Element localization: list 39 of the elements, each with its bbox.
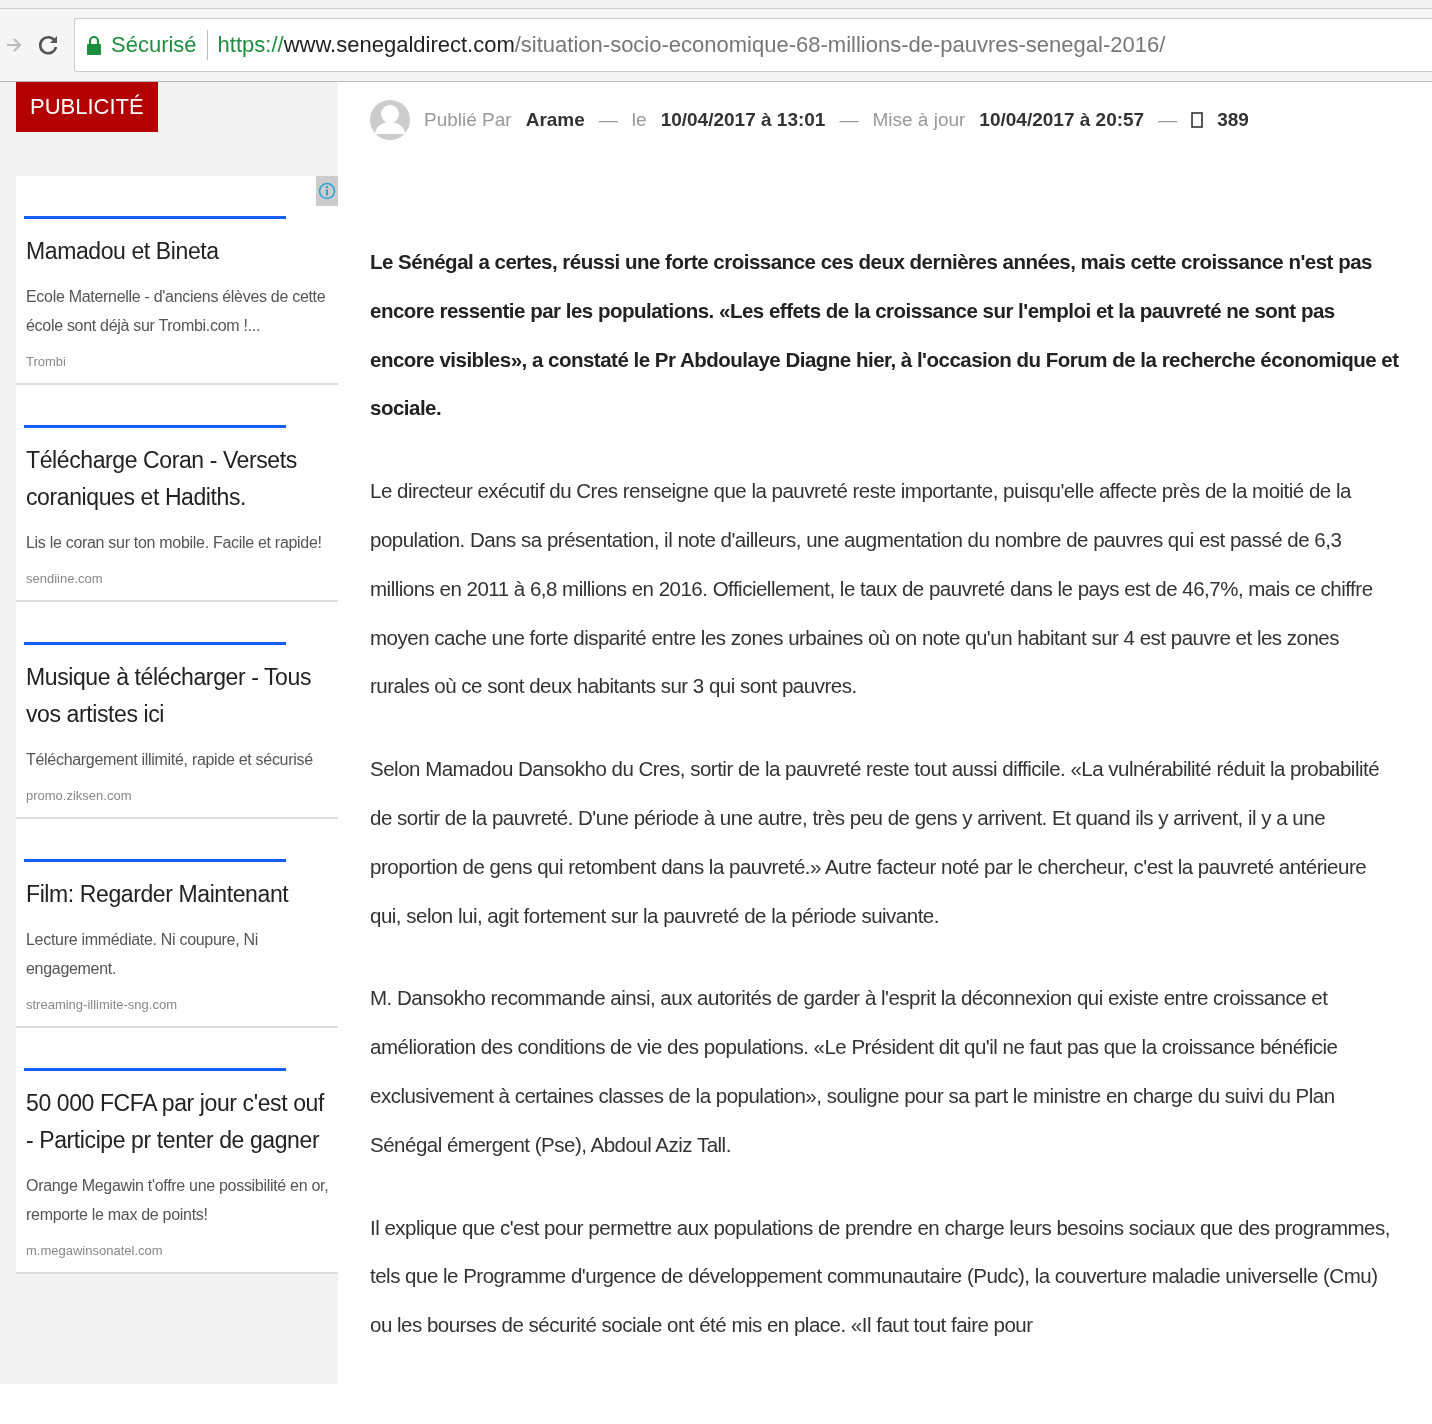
forward-arrow-icon[interactable] [6,36,22,54]
ad-title[interactable]: Télécharge Coran - Versets coraniques et Hadiths. [26,442,332,516]
lead-paragraph: Le Sénégal a certes, réussi une forte croissance ces deux dernières années, mais cette croissance n'est pas encore ressentie par les populations. «Les effets de la croissance sur l'emploi et la pauvreté ne sont pas encore visibles», a constaté le Pr Abdoulaye Diagne hier, à l'occasion du Forum de la recherche économique et sociale. [370,249,1400,422]
date-label: le [631,109,647,131]
comment-count: 389 [1217,109,1249,131]
body-paragraph: Le directeur exécutif du Cres renseigne que la pauvreté reste importante, puisqu'elle affecte près de la moitié de la population. Dans sa présentation, il note d'ailleurs, une augmentation du nombre de pauvres qui est passé de 6,3 millions en 2011 à 6,8 millions en 2016. Officiellement, le taux de pauvreté dans le pays est de 46,7%, mais ce chiffre moyen cache une forte disparité entre les zones urbaines où on note qu'un habitant sur 4 est pauvre et les zones rurales où ce sont deux habitants sur 3 qui sont pauvres. [370,478,1374,700]
reload-icon[interactable] [36,33,60,57]
published-label: Publié Par [424,109,512,131]
info-icon[interactable] [316,176,338,206]
author-name[interactable]: Arame [525,109,585,131]
ad-source[interactable]: m.megawinsonatel.com [26,1243,332,1258]
ad-source[interactable]: streaming-illimite-sng.com [26,997,332,1012]
lock-icon [87,35,101,55]
ad-source[interactable]: Trombi [26,354,332,369]
updated-label: Mise à jour [872,109,966,131]
ad-source[interactable]: sendiine.com [26,571,332,586]
ad-title[interactable]: Mamadou et Bineta [26,233,332,270]
ad-description: Orange Megawin t'offre une possibilité en or, remporte le max de points! [26,1176,330,1225]
separator-dash: — [839,109,859,131]
body-paragraph: Il explique que c'est pour permettre aux populations de prendre en charge leurs besoins sociaux que des programmes, tels que le Programme d'urgence de développement communautaire (Pudc), la couverture maladie universelle (Cmu) ou les bourses de sécurité sociale ont été mis en place. «Il faut tout faire pour [370,1214,1391,1339]
ad-description: Lecture immédiate. Ni coupure, Ni engagement. [26,930,259,979]
ad-description: Téléchargement illimité, rapide et sécurisé [26,750,314,770]
body-paragraph: M. Dansokho recommande ainsi, aux autorités de garder à l'esprit la déconnexion qui existe entre croissance et amélioration des conditions de vie des populations. «Le Président dit qu'il ne faut pas que la croissance bénéficie exclusivement à certaines classes de la population», souligne pour sa part le ministre en charge du suivi du Plan Sénégal émergent (Pse), Abdoul Aziz Tall. [370,985,1339,1158]
ad-source[interactable]: promo.ziksen.com [26,788,332,803]
ad-title[interactable]: 50 000 FCFA par jour c'est ouf - Participe pr tenter de gagner [26,1085,332,1159]
ad-description: Lis le coran sur ton mobile. Facile et rapide! [26,533,323,553]
security-label: Sécurisé [111,32,197,58]
updated-date: 10/04/2017 à 20:57 [979,109,1145,131]
comment-icon [1191,112,1204,128]
body-paragraph: Selon Mamadou Dansokho du Cres, sortir de la pauvreté reste tout aussi difficile. «La vulnérabilité réduit la probabilité de sortir de la pauvreté. D'une période à une autre, très peu de gens y arrivent. Et quand ils y arrivent, il y a une proportion de gens qui retombent dans la pauvreté.» Autre facteur noté par le chercheur, c'est la pauvreté antérieure qui, selon lui, agit fortement sur la pauvreté de la période suivante. [370,756,1381,929]
address-bar[interactable]: Sécurisé https://www.senegaldirect.com/situation-socio-economique-68-millions-de-pauvres-senegal-2016/ [74,18,1432,72]
url-text: https://www.senegaldirect.com/situation-socio-economique-68-millions-de-pauvres-senegal-2016/ [217,32,1166,58]
separator-dash: — [598,109,618,131]
advertising-label: PUBLICITÉ [16,82,158,132]
ad-title[interactable]: Musique à télécharger - Tous vos artistes ici [26,659,332,733]
publish-date: 10/04/2017 à 13:01 [660,109,826,131]
separator-dash: — [1158,109,1178,131]
ad-description: Ecole Maternelle - d'anciens élèves de cette école sont déjà sur Trombi.com !... [26,287,327,336]
ad-title[interactable]: Film: Regarder Maintenant [26,876,332,913]
